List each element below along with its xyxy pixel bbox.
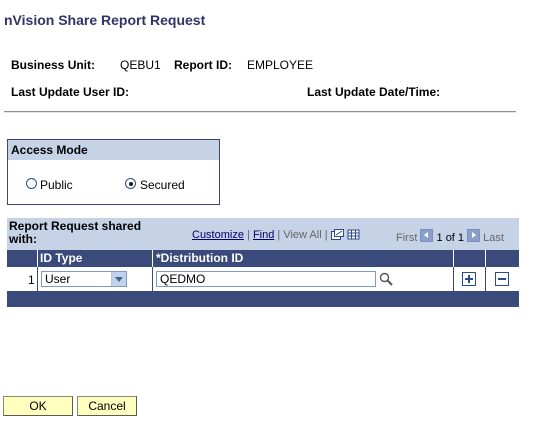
next-row-icon[interactable] (467, 229, 481, 242)
last-update-datetime-label: Last Update Date/Time: (307, 85, 441, 99)
grid-pager: First 1 of 1 Last (396, 229, 504, 244)
view-all-link[interactable]: View All (283, 229, 321, 241)
secured-radio-label[interactable]: Secured (140, 178, 185, 192)
business-unit-label: Business Unit: (11, 58, 96, 72)
report-id-value: EMPLOYEE (247, 58, 314, 72)
distribution-id-input[interactable]: QEDMO (156, 271, 376, 287)
first-link[interactable]: First (396, 232, 417, 244)
cancel-button[interactable]: Cancel (77, 396, 137, 416)
business-unit-value: QEBU1 (120, 58, 161, 72)
public-radio-label[interactable]: Public (40, 178, 73, 192)
ok-button[interactable]: OK (3, 396, 73, 416)
page-title: nVision Share Report Request (4, 12, 206, 28)
public-radio[interactable] (26, 178, 37, 189)
row-number: 1 (28, 273, 35, 287)
toolbar-separator: | (324, 229, 328, 241)
last-update-user-label: Last Update User ID: (11, 85, 130, 99)
last-link[interactable]: Last (483, 232, 504, 244)
lookup-search-icon[interactable] (379, 272, 393, 286)
section-divider (4, 111, 516, 113)
grid-title: Report Request shared with: (9, 219, 142, 246)
previous-row-icon[interactable] (420, 229, 434, 242)
download-grid-icon[interactable] (347, 229, 360, 240)
cell-separator (485, 267, 486, 291)
cell-separator (37, 267, 38, 291)
report-id-label: Report ID: (174, 58, 232, 72)
column-separator (152, 250, 153, 267)
row-range: 1 of 1 (436, 232, 465, 244)
access-mode-title: Access Mode (8, 140, 219, 160)
customize-link[interactable]: Customize (192, 229, 244, 241)
column-separator (37, 250, 38, 267)
cell-separator (453, 267, 454, 291)
cell-separator (152, 267, 153, 291)
shared-with-grid: Report Request shared with: Customize | … (7, 218, 519, 307)
column-separator (453, 250, 454, 267)
zoom-grid-icon[interactable] (330, 229, 344, 240)
id-type-select[interactable]: User (41, 271, 127, 287)
access-mode-group: Access Mode Public Secured (7, 139, 220, 205)
add-row-button[interactable] (462, 272, 476, 286)
distribution-id-column-header: *Distribution ID (156, 251, 244, 265)
column-separator (485, 250, 486, 267)
id-type-select-value: User (45, 272, 71, 286)
chevron-down-icon[interactable] (111, 272, 126, 286)
secured-radio[interactable] (125, 178, 136, 189)
find-link[interactable]: Find (253, 229, 274, 241)
toolbar-separator: | (247, 229, 250, 241)
delete-row-button[interactable] (495, 272, 509, 286)
column-header-row (7, 250, 519, 267)
toolbar-separator: | (277, 229, 281, 241)
id-type-column-header: ID Type (40, 251, 83, 265)
grid-toolbar: Customize | Find | View All | (192, 229, 360, 241)
grid-header-bar: Report Request shared with: Customize | … (7, 218, 519, 250)
